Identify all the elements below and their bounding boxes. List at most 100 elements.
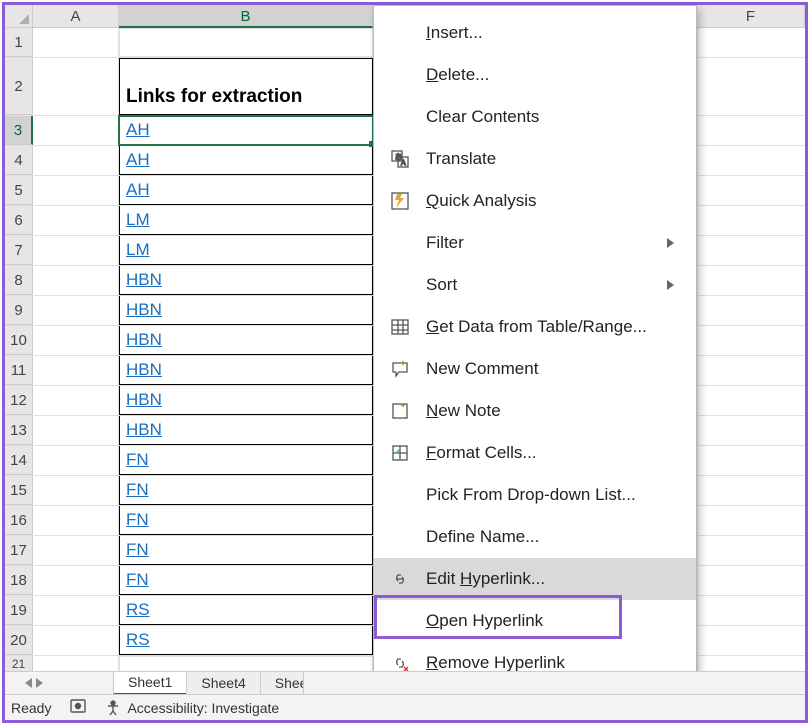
menu-item[interactable]: Insert...: [374, 12, 696, 54]
col-header-a[interactable]: A: [33, 5, 119, 28]
col-header-f[interactable]: F: [697, 5, 805, 28]
link-cell[interactable]: LM: [119, 206, 373, 235]
hyperlink[interactable]: FN: [126, 540, 149, 560]
menu-item-label: Insert...: [426, 23, 674, 43]
menu-item[interactable]: Define Name...: [374, 516, 696, 558]
row-header[interactable]: 11: [5, 356, 33, 385]
hyperlink[interactable]: HBN: [126, 360, 162, 380]
row-header[interactable]: 5: [5, 176, 33, 205]
link-cell[interactable]: AH: [119, 146, 373, 175]
link-cell[interactable]: LM: [119, 236, 373, 265]
link-cell[interactable]: RS: [119, 596, 373, 625]
unlink-icon: [388, 653, 412, 673]
row-header[interactable]: 20: [5, 626, 33, 655]
hyperlink[interactable]: FN: [126, 450, 149, 470]
quick-icon: [388, 191, 412, 211]
menu-item[interactable]: Get Data from Table/Range...: [374, 306, 696, 348]
row-header[interactable]: 1: [5, 28, 33, 57]
hyperlink[interactable]: HBN: [126, 330, 162, 350]
hyperlink[interactable]: LM: [126, 240, 150, 260]
link-cell[interactable]: HBN: [119, 296, 373, 325]
menu-item[interactable]: Edit Hyperlink...: [374, 558, 696, 600]
row-header[interactable]: 12: [5, 386, 33, 415]
row-header[interactable]: 10: [5, 326, 33, 355]
hyperlink[interactable]: HBN: [126, 270, 162, 290]
row-header[interactable]: 9: [5, 296, 33, 325]
app-frame: A B F 12 Links for extraction 3 AH 4 AH 5 AH 6 LM…: [2, 2, 808, 723]
hyperlink[interactable]: FN: [126, 510, 149, 530]
link-cell[interactable]: HBN: [119, 386, 373, 415]
menu-item-label: Sort: [426, 275, 653, 295]
macro-record-icon[interactable]: [69, 697, 87, 718]
menu-item[interactable]: Filter: [374, 222, 696, 264]
menu-item[interactable]: New Comment: [374, 348, 696, 390]
menu-item[interactable]: Sort: [374, 264, 696, 306]
tab-nav[interactable]: [5, 678, 63, 688]
menu-item-label: Filter: [426, 233, 653, 253]
accessibility-status[interactable]: Accessibility: Investigate: [105, 700, 279, 716]
link-cell[interactable]: HBN: [119, 266, 373, 295]
menu-item-label: Get Data from Table/Range...: [426, 317, 674, 337]
hyperlink[interactable]: AH: [126, 180, 150, 200]
menu-item[interactable]: New Note: [374, 390, 696, 432]
link-cell[interactable]: FN: [119, 476, 373, 505]
row-header[interactable]: 14: [5, 446, 33, 475]
hyperlink[interactable]: FN: [126, 570, 149, 590]
svg-text:A: A: [401, 160, 406, 167]
row-header[interactable]: 2: [5, 58, 33, 115]
link-cell[interactable]: HBN: [119, 416, 373, 445]
hyperlink[interactable]: HBN: [126, 390, 162, 410]
menu-item[interactable]: Pick From Drop-down List...: [374, 474, 696, 516]
menu-item[interactable]: Clear Contents: [374, 96, 696, 138]
col-header-b[interactable]: B: [119, 5, 373, 28]
menu-item[interactable]: Format Cells...: [374, 432, 696, 474]
menu-item-label: Translate: [426, 149, 674, 169]
row-header[interactable]: 15: [5, 476, 33, 505]
menu-item-label: Edit Hyperlink...: [426, 569, 674, 589]
hyperlink[interactable]: AH: [126, 150, 150, 170]
menu-item-label: New Note: [426, 401, 674, 421]
menu-item-label: Delete...: [426, 65, 674, 85]
sheet-tab[interactable]: Sheet4: [186, 672, 260, 695]
row-header[interactable]: 8: [5, 266, 33, 295]
row-header[interactable]: 13: [5, 416, 33, 445]
row-header[interactable]: 6: [5, 206, 33, 235]
row-header[interactable]: 3: [5, 116, 33, 145]
menu-item[interactable]: Delete...: [374, 54, 696, 96]
hyperlink[interactable]: LM: [126, 210, 150, 230]
select-all-corner[interactable]: [5, 5, 33, 28]
link-cell[interactable]: AH: [119, 116, 373, 145]
status-bar: Ready Accessibility: Investigate: [5, 694, 805, 720]
link-cell[interactable]: FN: [119, 506, 373, 535]
sheet-tab[interactable]: Sheet1: [260, 672, 304, 695]
menu-item[interactable]: Open Hyperlink: [374, 600, 696, 642]
hyperlink[interactable]: FN: [126, 480, 149, 500]
row-header[interactable]: 17: [5, 536, 33, 565]
row-header[interactable]: 18: [5, 566, 33, 595]
cells-icon: [388, 443, 412, 463]
link-cell[interactable]: AH: [119, 176, 373, 205]
menu-item[interactable]: Quick Analysis: [374, 180, 696, 222]
link-cell[interactable]: FN: [119, 446, 373, 475]
link-cell[interactable]: FN: [119, 566, 373, 595]
sheet-tab[interactable]: Sheet1: [113, 672, 187, 695]
menu-item-label: Quick Analysis: [426, 191, 674, 211]
hyperlink[interactable]: AH: [126, 120, 150, 140]
hyperlink[interactable]: RS: [126, 600, 150, 620]
link-cell[interactable]: HBN: [119, 326, 373, 355]
link-cell[interactable]: HBN: [119, 356, 373, 385]
comment-icon: [388, 359, 412, 379]
row-header[interactable]: 19: [5, 596, 33, 625]
header-cell[interactable]: Links for extraction: [119, 58, 373, 115]
hyperlink[interactable]: HBN: [126, 300, 162, 320]
row-header[interactable]: 16: [5, 506, 33, 535]
menu-item-label: Format Cells...: [426, 443, 674, 463]
chevron-right-icon: [667, 238, 674, 248]
menu-item[interactable]: あA Translate: [374, 138, 696, 180]
row-header[interactable]: 4: [5, 146, 33, 175]
hyperlink[interactable]: HBN: [126, 420, 162, 440]
link-cell[interactable]: RS: [119, 626, 373, 655]
link-cell[interactable]: FN: [119, 536, 373, 565]
row-header[interactable]: 7: [5, 236, 33, 265]
hyperlink[interactable]: RS: [126, 630, 150, 650]
